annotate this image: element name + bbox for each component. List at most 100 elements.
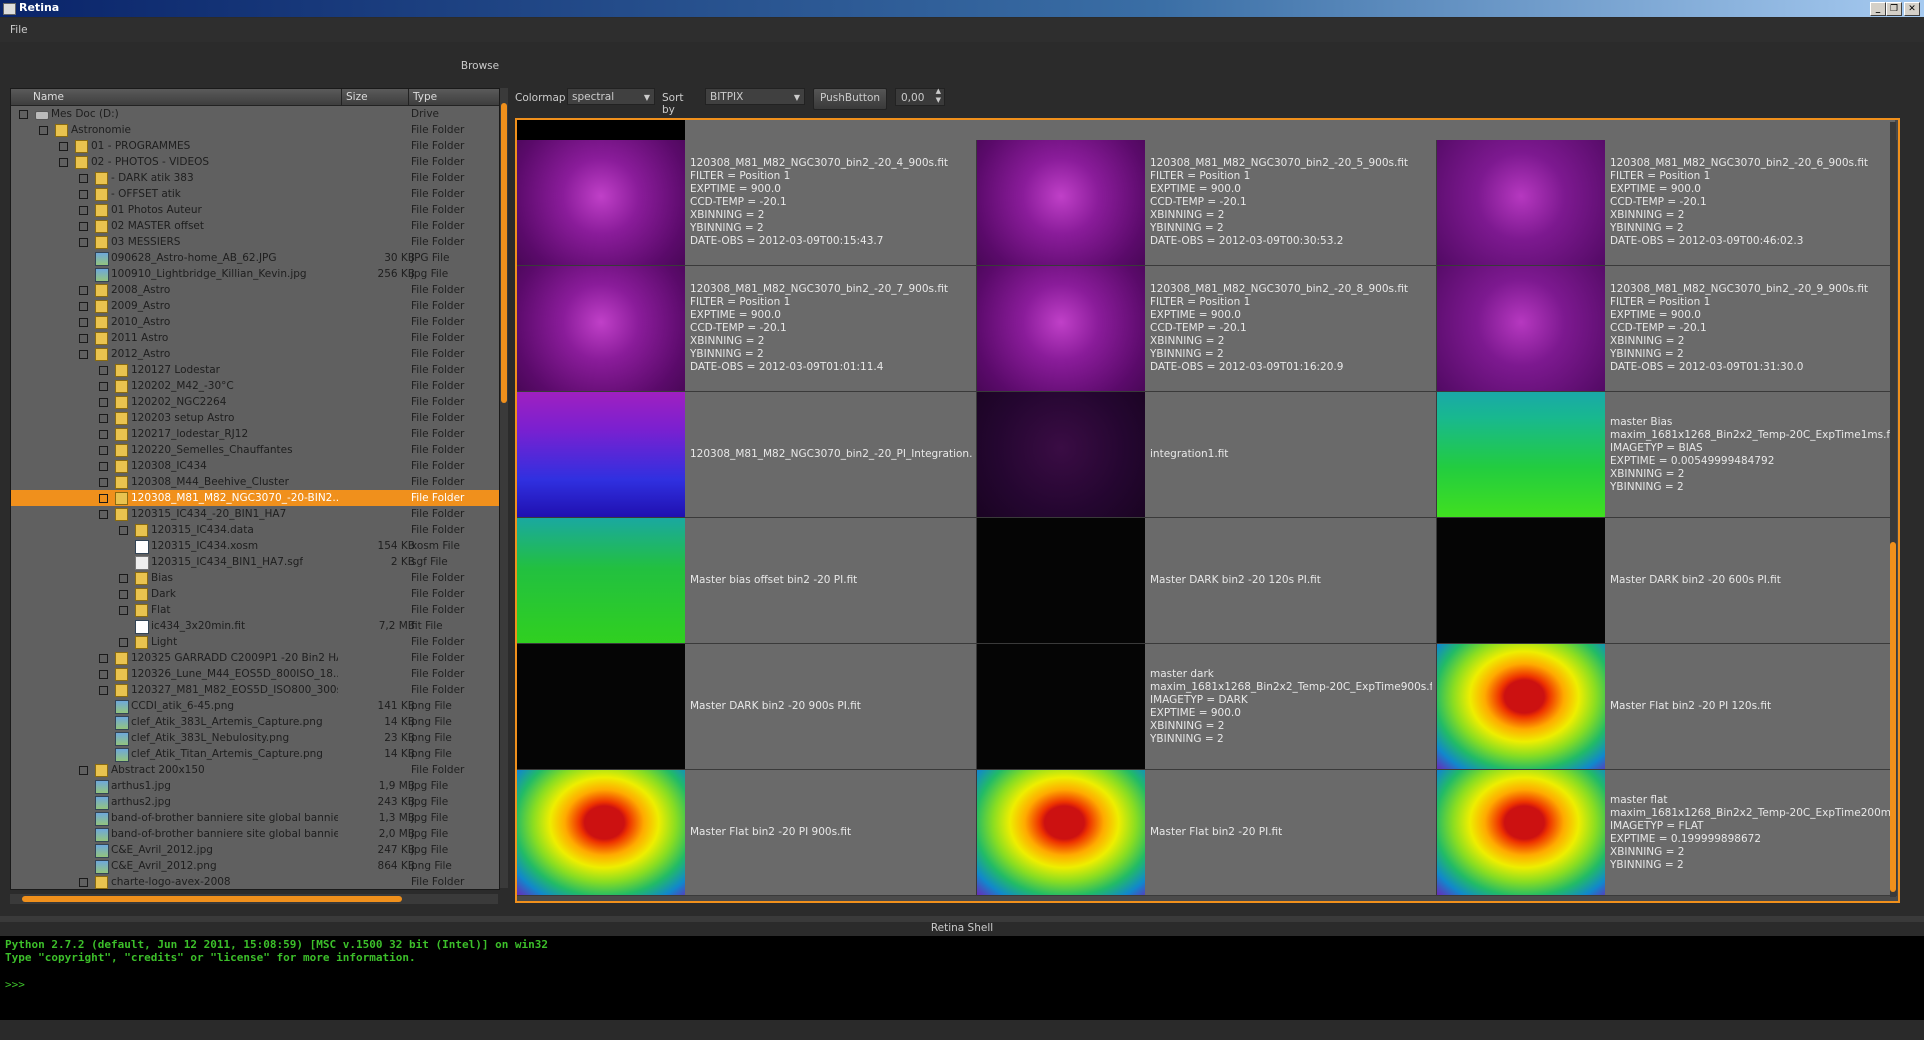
thumbnail-cell[interactable]: master Bias maxim_1681x1268_Bin2x2_Temp-2… xyxy=(1437,392,1897,518)
expand-toggle[interactable] xyxy=(99,478,108,487)
tree-row[interactable]: C&E_Avril_2012.jpg 247 KB jpg File xyxy=(11,842,499,858)
expand-toggle[interactable] xyxy=(99,398,108,407)
thumbnail-cell[interactable]: 120308_M81_M82_NGC3070_bin2_-20_7_900s.f… xyxy=(517,266,977,392)
menu-file[interactable]: File xyxy=(10,24,28,36)
expand-toggle[interactable] xyxy=(99,382,108,391)
expand-toggle[interactable] xyxy=(99,510,108,519)
fits-thumbnail[interactable] xyxy=(977,392,1145,517)
thumbnail-cell[interactable]: Master Flat bin2 -20 PI 120s.fit xyxy=(1437,644,1897,770)
fits-thumbnail[interactable] xyxy=(1437,266,1605,391)
expand-toggle[interactable] xyxy=(99,366,108,375)
thumbnail-cell[interactable]: 120308_M81_M82_NGC3070_bin2_-20_PI_Integ… xyxy=(517,392,977,518)
expand-toggle[interactable] xyxy=(79,206,88,215)
thumbnail-cell[interactable]: 120308_M81_M82_NGC3070_bin2_-20_4_900s.f… xyxy=(517,140,977,266)
python-shell[interactable]: Python 2.7.2 (default, Jun 12 2011, 15:0… xyxy=(0,936,1924,1020)
tree-row[interactable]: arthus1.jpg 1,9 MB jpg File xyxy=(11,778,499,794)
tree-row[interactable]: - DARK atik 383 File Folder xyxy=(11,170,499,186)
tree-vertical-scrollbar[interactable] xyxy=(500,88,508,888)
tree-row[interactable]: 120315_IC434.data File Folder xyxy=(11,522,499,538)
tree-row[interactable]: 01 - PROGRAMMES File Folder xyxy=(11,138,499,154)
thumbnail-cell[interactable]: master flat maxim_1681x1268_Bin2x2_Temp-2… xyxy=(1437,770,1897,896)
tree-row[interactable]: 01 Photos Auteur File Folder xyxy=(11,202,499,218)
grid-scroll-thumb[interactable] xyxy=(1890,542,1896,892)
fits-thumbnail[interactable] xyxy=(1437,644,1605,769)
tree-row[interactable]: 2009_Astro File Folder xyxy=(11,298,499,314)
thumbnail-cell[interactable]: master dark maxim_1681x1268_Bin2x2_Temp-2… xyxy=(977,644,1437,770)
tree-row[interactable]: Flat File Folder xyxy=(11,602,499,618)
expand-toggle[interactable] xyxy=(79,318,88,327)
expand-toggle[interactable] xyxy=(119,574,128,583)
tree-row[interactable]: 120327_M81_M82_EOS5D_ISO800_300s File Fol… xyxy=(11,682,499,698)
tree-row[interactable]: Mes Doc (D:) Drive xyxy=(11,106,499,122)
tree-row[interactable]: 2008_Astro File Folder xyxy=(11,282,499,298)
tree-row[interactable]: arthus2.jpg 243 KB jpg File xyxy=(11,794,499,810)
fits-thumbnail[interactable] xyxy=(1437,518,1605,643)
tree-row[interactable]: 120127 Lodestar File Folder xyxy=(11,362,499,378)
fits-thumbnail[interactable] xyxy=(977,644,1145,769)
expand-toggle[interactable] xyxy=(99,494,108,503)
spin-arrows-icon[interactable]: ▲ ▼ xyxy=(936,87,941,105)
tree-horizontal-scrollbar[interactable] xyxy=(10,894,498,904)
tree-scroll-thumb[interactable] xyxy=(501,103,507,403)
tree-row[interactable]: 120325 GARRADD C2009P1 -20 Bin2 HA7 File … xyxy=(11,650,499,666)
expand-toggle[interactable] xyxy=(99,430,108,439)
thumbnail-cell[interactable]: 120308_M81_M82_NGC3070_bin2_-20_5_900s.f… xyxy=(977,140,1437,266)
expand-toggle[interactable] xyxy=(79,766,88,775)
expand-toggle[interactable] xyxy=(79,238,88,247)
tree-row[interactable]: charte-logo-avex-2008 File Folder xyxy=(11,874,499,889)
tree-row[interactable]: - OFFSET atik File Folder xyxy=(11,186,499,202)
tree-row[interactable]: Dark File Folder xyxy=(11,586,499,602)
tree-row[interactable]: 100910_Lightbridge_Killian_Kevin.jpg 256 … xyxy=(11,266,499,282)
value-spinbox[interactable]: 0,00 ▲ ▼ xyxy=(895,87,945,106)
tree-row[interactable]: 120220_Semelles_Chauffantes File Folder xyxy=(11,442,499,458)
expand-toggle[interactable] xyxy=(79,190,88,199)
tree-row[interactable]: ic434_3x20min.fit 7,2 MB fit File xyxy=(11,618,499,634)
maximize-button[interactable]: ❐ xyxy=(1886,2,1902,16)
expand-toggle[interactable] xyxy=(99,414,108,423)
tree-row[interactable]: Light File Folder xyxy=(11,634,499,650)
tree-row[interactable]: 120308_IC434 File Folder xyxy=(11,458,499,474)
thumbnail-cell[interactable]: Master DARK bin2 -20 900s PI.fit xyxy=(517,644,977,770)
sortby-select[interactable]: BITPIX ▼ xyxy=(705,88,805,105)
expand-toggle[interactable] xyxy=(99,670,108,679)
tree-row[interactable]: 2011 Astro File Folder xyxy=(11,330,499,346)
column-name[interactable]: Name xyxy=(33,91,64,103)
fits-thumbnail[interactable] xyxy=(977,770,1145,895)
fits-thumbnail[interactable] xyxy=(1437,140,1605,265)
expand-toggle[interactable] xyxy=(59,158,68,167)
minimize-button[interactable]: _ xyxy=(1870,2,1886,16)
fits-thumbnail[interactable] xyxy=(517,140,685,265)
thumbnail-cell[interactable]: Master Flat bin2 -20 PI 900s.fit xyxy=(517,770,977,896)
expand-toggle[interactable] xyxy=(39,126,48,135)
tree-row[interactable]: clef_Atik_383L_Artemis_Capture.png 14 KB p… xyxy=(11,714,499,730)
fits-thumbnail[interactable] xyxy=(517,266,685,391)
thumbnail-cell[interactable]: 120308_M81_M82_NGC3070_bin2_-20_8_900s.f… xyxy=(977,266,1437,392)
tree-row[interactable]: 2012_Astro File Folder xyxy=(11,346,499,362)
fits-thumbnail[interactable] xyxy=(517,644,685,769)
tree-row[interactable]: CCDI_atik_6-45.png 141 KB png File xyxy=(11,698,499,714)
expand-toggle[interactable] xyxy=(79,350,88,359)
fits-thumbnail[interactable] xyxy=(1437,392,1605,517)
tree-row[interactable]: 120202_M42_-30°C File Folder xyxy=(11,378,499,394)
thumbnail-cell[interactable]: Master DARK bin2 -20 120s PI.fit xyxy=(977,518,1437,644)
thumbnail-cell[interactable]: Master bias offset bin2 -20 PI.fit xyxy=(517,518,977,644)
tree-row[interactable]: band-of-brother banniere site global ban… xyxy=(11,826,499,842)
expand-toggle[interactable] xyxy=(99,654,108,663)
file-tree[interactable]: Name Size Type Mes Doc (D:) Drive Astronom… xyxy=(10,88,500,890)
thumbnail-cell[interactable]: 120308_M81_M82_NGC3070_bin2_-20_9_900s.f… xyxy=(1437,266,1897,392)
tree-row[interactable]: 120308_M44_Beehive_Cluster File Folder xyxy=(11,474,499,490)
thumbnail-cell[interactable]: Master Flat bin2 -20 PI.fit xyxy=(977,770,1437,896)
expand-toggle[interactable] xyxy=(79,174,88,183)
fits-thumbnail[interactable] xyxy=(517,518,685,643)
tree-row[interactable]: 120217_lodestar_RJ12 File Folder xyxy=(11,426,499,442)
expand-toggle[interactable] xyxy=(119,526,128,535)
thumbnail-cell[interactable]: integration1.fit xyxy=(977,392,1437,518)
expand-toggle[interactable] xyxy=(99,462,108,471)
tree-row[interactable]: 120308_M81_M82_NGC3070_-20-BIN2... File F… xyxy=(11,490,499,506)
tree-row[interactable]: 03 MESSIERS File Folder xyxy=(11,234,499,250)
tree-row[interactable]: 02 MASTER offset File Folder xyxy=(11,218,499,234)
tree-row[interactable]: 120326_Lune_M44_EOS5D_800ISO_18... File F… xyxy=(11,666,499,682)
fits-thumbnail[interactable] xyxy=(517,770,685,895)
tree-row[interactable]: 090628_Astro-home_AB_62.JPG 30 KB JPG File xyxy=(11,250,499,266)
expand-toggle[interactable] xyxy=(79,302,88,311)
